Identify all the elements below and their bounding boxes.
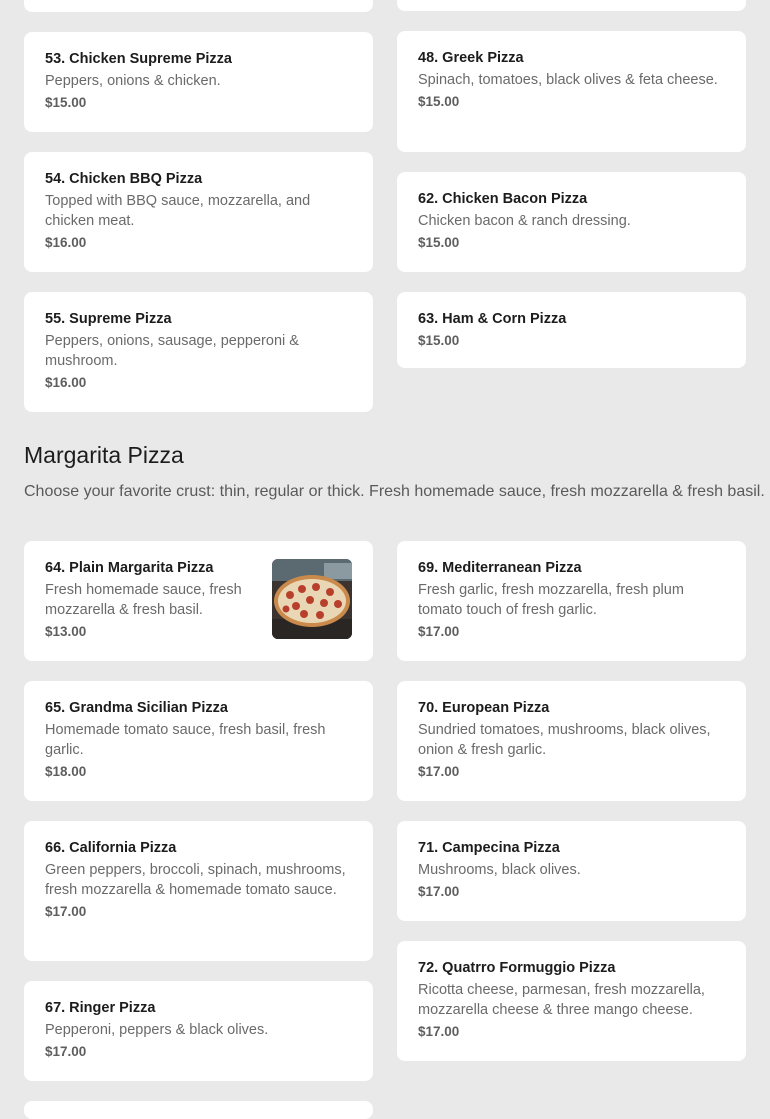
menu-item-card-partial[interactable] bbox=[24, 1101, 373, 1119]
item-description: Ricotta cheese, parmesan, fresh mozzarel… bbox=[418, 982, 705, 1018]
item-description: Mushrooms, black olives. bbox=[418, 862, 581, 878]
item-price: $15.00 bbox=[418, 235, 460, 250]
item-name: 66. California Pizza bbox=[45, 840, 177, 856]
menu-item-card[interactable]: 64. Plain Margarita Pizza Fresh homemade… bbox=[24, 541, 373, 661]
menu-item-card[interactable]: 48. Greek Pizza Spinach, tomatoes, black… bbox=[397, 31, 746, 152]
item-price: $16.00 bbox=[45, 235, 87, 250]
item-description: Pepperoni, peppers & black olives. bbox=[45, 1022, 269, 1038]
item-name: 69. Mediterranean Pizza bbox=[418, 560, 582, 576]
item-description: Chicken bacon & ranch dressing. bbox=[418, 213, 631, 229]
menu-item-card-partial[interactable] bbox=[24, 0, 373, 12]
item-price: $16.00 bbox=[45, 375, 87, 390]
item-price: $17.00 bbox=[418, 884, 460, 899]
item-description: Sundried tomatoes, mushrooms, black oliv… bbox=[418, 722, 711, 758]
item-price: $17.00 bbox=[418, 624, 460, 639]
item-description: Spinach, tomatoes, black olives & feta c… bbox=[418, 72, 718, 88]
section-title: Margarita Pizza bbox=[24, 442, 184, 468]
item-price: $15.00 bbox=[45, 95, 87, 110]
menu-item-card[interactable]: 65. Grandma Sicilian Pizza Homemade toma… bbox=[24, 681, 373, 801]
menu-item-card-partial[interactable] bbox=[397, 0, 746, 11]
pizza-photo[interactable] bbox=[272, 559, 352, 639]
item-price: $17.00 bbox=[45, 1044, 87, 1059]
item-name: 55. Supreme Pizza bbox=[45, 311, 172, 327]
menu-item-card[interactable]: 66. California Pizza Green peppers, broc… bbox=[24, 821, 373, 961]
item-name: 62. Chicken Bacon Pizza bbox=[418, 191, 588, 207]
item-name: 71. Campecina Pizza bbox=[418, 840, 560, 856]
menu-item-card[interactable]: 70. European Pizza Sundried tomatoes, mu… bbox=[397, 681, 746, 801]
menu-item-card[interactable]: 69. Mediterranean Pizza Fresh garlic, fr… bbox=[397, 541, 746, 661]
menu-item-card[interactable]: 72. Quatrro Formuggio Pizza Ricotta chee… bbox=[397, 941, 746, 1061]
item-price: $15.00 bbox=[418, 94, 460, 109]
item-name: 65. Grandma Sicilian Pizza bbox=[45, 700, 228, 716]
menu-item-card[interactable]: 62. Chicken Bacon Pizza Chicken bacon & … bbox=[397, 172, 746, 272]
item-description: Green peppers, broccoli, spinach, mushro… bbox=[45, 862, 346, 898]
menu-item-card[interactable]: 53. Chicken Supreme Pizza Peppers, onion… bbox=[24, 32, 373, 132]
item-description: Homemade tomato sauce, fresh basil, fres… bbox=[45, 722, 326, 758]
item-description: Fresh garlic, fresh mozzarella, fresh pl… bbox=[418, 582, 684, 618]
menu-item-card[interactable]: 55. Supreme Pizza Peppers, onions, sausa… bbox=[24, 292, 373, 412]
item-name: 54. Chicken BBQ Pizza bbox=[45, 171, 203, 187]
item-name: 53. Chicken Supreme Pizza bbox=[45, 51, 232, 67]
menu-item-card[interactable]: 67. Ringer Pizza Pepperoni, peppers & bl… bbox=[24, 981, 373, 1081]
item-description: Peppers, onions, sausage, pepperoni & mu… bbox=[45, 333, 299, 369]
item-name: 67. Ringer Pizza bbox=[45, 1000, 156, 1016]
item-name: 63. Ham & Corn Pizza bbox=[418, 311, 567, 327]
menu-item-card[interactable]: 71. Campecina Pizza Mushrooms, black oli… bbox=[397, 821, 746, 921]
item-name: 48. Greek Pizza bbox=[418, 50, 524, 66]
item-price: $15.00 bbox=[418, 333, 460, 348]
item-price: $17.00 bbox=[45, 904, 87, 919]
item-price: $18.00 bbox=[45, 764, 87, 779]
item-price: $17.00 bbox=[418, 764, 460, 779]
section-description: Choose your favorite crust: thin, regula… bbox=[24, 483, 765, 500]
item-description: Peppers, onions & chicken. bbox=[45, 73, 221, 89]
menu-item-card[interactable]: 54. Chicken BBQ Pizza Topped with BBQ sa… bbox=[24, 152, 373, 272]
item-description: Topped with BBQ sauce, mozzarella, and c… bbox=[45, 193, 311, 229]
item-price: $17.00 bbox=[418, 1024, 460, 1039]
menu-item-card[interactable]: 63. Ham & Corn Pizza $15.00 bbox=[397, 292, 746, 368]
item-name: 72. Quatrro Formuggio Pizza bbox=[418, 960, 616, 976]
item-name: 70. European Pizza bbox=[418, 700, 550, 716]
